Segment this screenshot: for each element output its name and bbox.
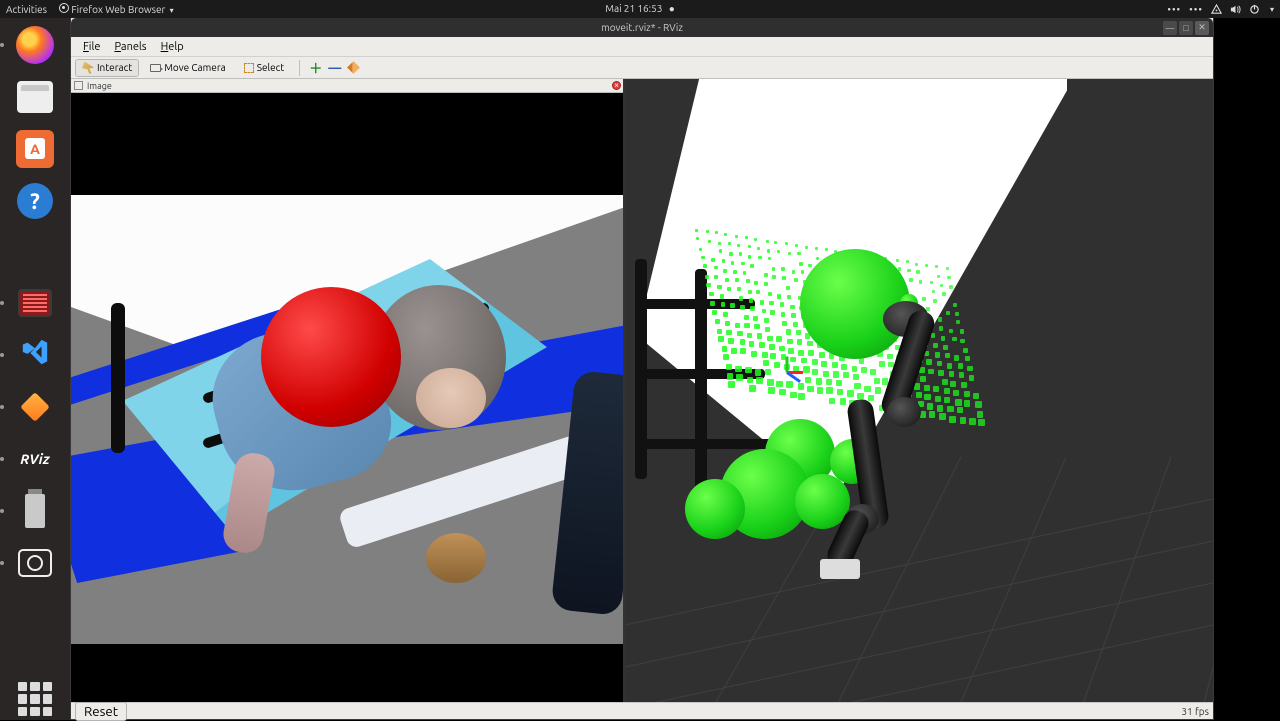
- menu-file[interactable]: File: [77, 39, 106, 55]
- tray-overflow-icon: •••: [1167, 4, 1181, 15]
- menu-panels[interactable]: Panels: [108, 39, 152, 55]
- app-menu-label: Firefox Web Browser: [71, 4, 165, 15]
- dock-firefox[interactable]: [14, 24, 56, 66]
- volume-icon: [1230, 4, 1241, 15]
- tool-measure[interactable]: [346, 60, 361, 75]
- collision-sphere: [685, 479, 745, 539]
- clock[interactable]: Mai 21 16:53 ●: [605, 3, 674, 15]
- power-icon: [1249, 4, 1260, 15]
- toolbar-separator: [299, 60, 300, 76]
- chevron-down-icon: ▾: [1270, 5, 1274, 14]
- tool-select[interactable]: Select: [237, 59, 291, 76]
- dock-cheese[interactable]: [14, 542, 56, 584]
- tool-move-camera[interactable]: Move Camera: [143, 59, 233, 76]
- target-sphere-marker: [261, 287, 401, 427]
- usb-icon: [25, 494, 45, 528]
- chevron-down-icon: ▾: [170, 6, 174, 15]
- image-panel-header[interactable]: Image: [71, 79, 623, 93]
- dock-vscode[interactable]: [14, 334, 56, 376]
- end-effector: [820, 559, 860, 579]
- tool-select-label: Select: [257, 62, 284, 73]
- panel-close-button[interactable]: [612, 81, 621, 90]
- dock-system-monitor[interactable]: [14, 282, 56, 324]
- window-maximize-button[interactable]: □: [1179, 21, 1193, 35]
- gnome-top-bar: Activities Firefox Web Browser ▾ Mai 21 …: [0, 0, 1280, 18]
- patient-face: [416, 368, 486, 428]
- camera-icon: [18, 549, 52, 577]
- tool-add[interactable]: ＋: [308, 60, 323, 75]
- window-titlebar[interactable]: moveit.rviz* - RViz — □ ✕: [71, 18, 1213, 37]
- bed-post: [111, 303, 125, 453]
- statusbar: Reset 31 fps: [71, 702, 1213, 719]
- tool-interact[interactable]: Interact: [75, 59, 139, 77]
- menubar: File Panels Help: [71, 37, 1213, 57]
- interact-icon: [82, 62, 94, 74]
- plus-icon: ＋: [309, 58, 322, 77]
- reset-button[interactable]: Reset: [75, 702, 127, 721]
- measure-icon: [347, 61, 360, 74]
- files-icon: [17, 81, 53, 113]
- dock-help[interactable]: ?: [14, 180, 56, 222]
- robot-wrist: [426, 533, 486, 583]
- image-panel: Image: [71, 79, 623, 702]
- software-center-icon: [16, 130, 54, 168]
- rviz-icon: RViz: [20, 451, 50, 467]
- robot-arm-model: [775, 309, 965, 569]
- apps-grid-icon: [18, 682, 52, 716]
- fps-indicator: 31 fps: [1181, 706, 1209, 717]
- help-icon: ?: [17, 183, 53, 219]
- dock-usb-creator[interactable]: [14, 490, 56, 532]
- app-menu[interactable]: Firefox Web Browser ▾: [59, 3, 174, 15]
- right-gutter: [1214, 18, 1280, 720]
- window-close-button[interactable]: ✕: [1195, 21, 1209, 35]
- camera-image-view[interactable]: [71, 93, 623, 702]
- clock-label: Mai 21 16:53: [605, 3, 662, 14]
- minus-icon: —: [328, 61, 341, 75]
- dock-files[interactable]: [14, 76, 56, 118]
- system-monitor-icon: [18, 289, 52, 317]
- tray-overflow-icon: •••: [1189, 4, 1203, 15]
- tool-interact-label: Interact: [97, 62, 132, 73]
- panel-pin-icon: [74, 81, 83, 90]
- menu-help[interactable]: Help: [155, 39, 190, 55]
- tool-remove[interactable]: —: [327, 60, 342, 75]
- gnome-dock: ? RViz: [0, 18, 70, 720]
- notification-dot-icon: ●: [669, 3, 675, 14]
- firefox-icon: [16, 26, 54, 64]
- gazebo-icon: [20, 392, 50, 422]
- activities-button[interactable]: Activities: [6, 4, 47, 15]
- toolbar: Interact Move Camera Select ＋ —: [71, 57, 1213, 79]
- network-icon: [1211, 4, 1222, 15]
- image-panel-title: Image: [87, 81, 112, 91]
- 3d-view[interactable]: [625, 79, 1213, 702]
- dock-show-applications[interactable]: [14, 678, 56, 720]
- vscode-icon: [20, 337, 50, 373]
- tf-axis-marker: [775, 359, 805, 389]
- move-camera-icon: [150, 64, 161, 72]
- dock-software[interactable]: [14, 128, 56, 170]
- window-title: moveit.rviz* - RViz: [601, 22, 683, 33]
- rviz-window: moveit.rviz* - RViz — □ ✕ File Panels He…: [70, 18, 1214, 720]
- select-icon: [244, 63, 254, 73]
- dock-gazebo[interactable]: [14, 386, 56, 428]
- tool-move-camera-label: Move Camera: [164, 62, 226, 73]
- dock-rviz[interactable]: RViz: [14, 438, 56, 480]
- firefox-indicator-icon: [59, 3, 69, 13]
- window-minimize-button[interactable]: —: [1163, 21, 1177, 35]
- system-tray[interactable]: ••• ••• ▾: [1167, 4, 1274, 15]
- content-area: Image: [71, 79, 1213, 702]
